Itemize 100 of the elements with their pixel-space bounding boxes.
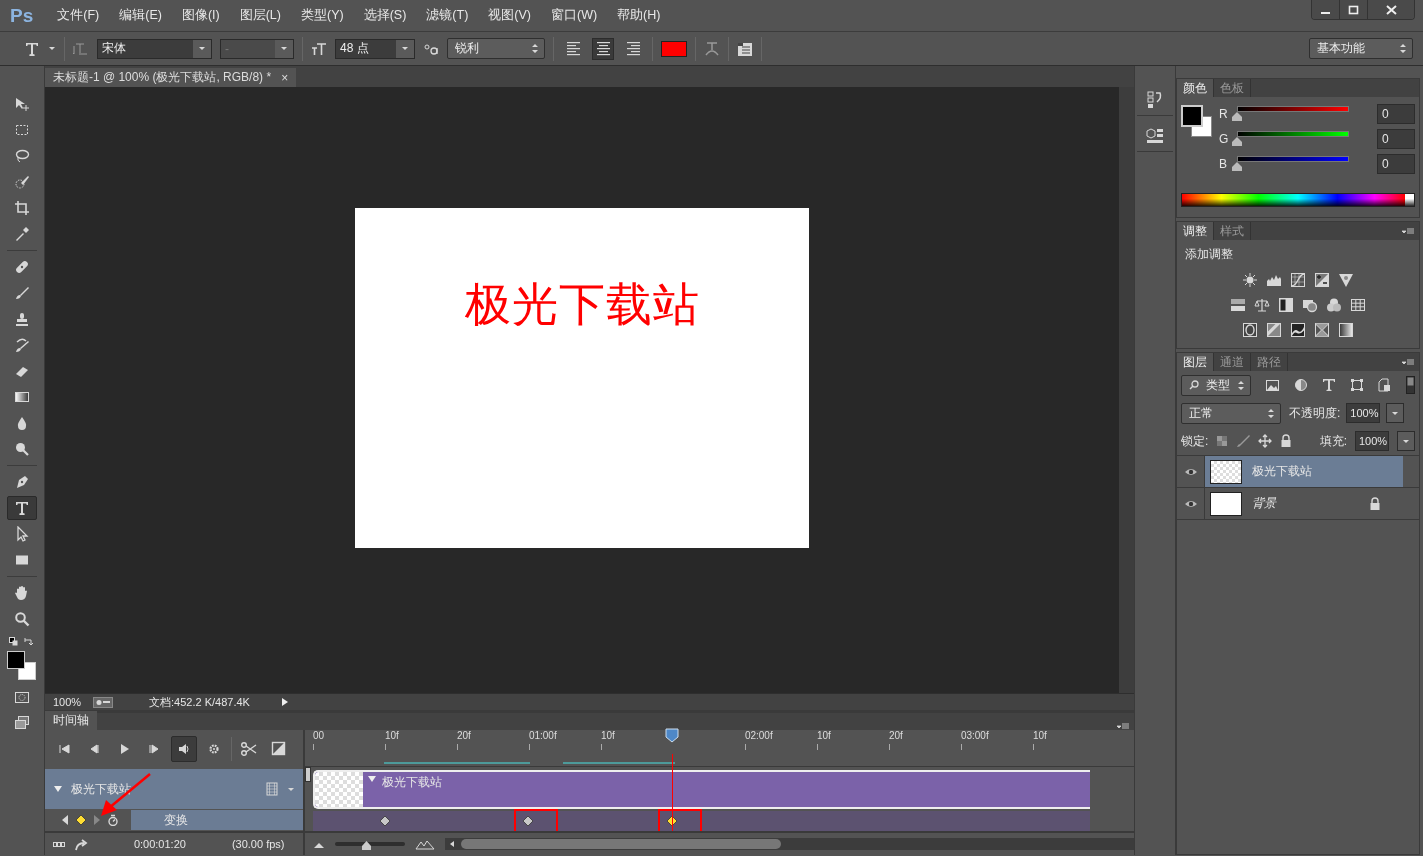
font-size-icon[interactable]: [311, 40, 327, 57]
lock-position-icon[interactable]: [1258, 434, 1273, 448]
tool-button[interactable]: [6, 496, 37, 520]
convert-arrow-icon[interactable]: [74, 837, 88, 851]
adjustment-button[interactable]: [1338, 272, 1354, 288]
minimize-button[interactable]: [1312, 0, 1340, 19]
shape-filter-icon[interactable]: [1350, 378, 1364, 392]
text-color-swatch[interactable]: [661, 40, 687, 57]
channel-slider[interactable]: [1235, 131, 1351, 147]
opacity-dropdown-button[interactable]: [1386, 403, 1405, 423]
slider-thumb-icon[interactable]: [1232, 112, 1242, 121]
panel-tab[interactable]: 调整: [1177, 222, 1214, 240]
playhead-icon[interactable]: [664, 728, 679, 743]
fill-dropdown-button[interactable]: [1397, 431, 1415, 451]
slider-thumb-icon[interactable]: [1232, 162, 1242, 171]
render-icon[interactable]: [52, 839, 65, 849]
panel-menu-icon[interactable]: [1117, 722, 1131, 730]
layer-row[interactable]: 极光下载站: [1205, 456, 1403, 487]
image-filter-icon[interactable]: [1265, 377, 1280, 393]
timeline-tab[interactable]: 时间轴: [44, 711, 97, 730]
scroll-left-icon[interactable]: [448, 840, 455, 848]
channel-value-field[interactable]: 0: [1377, 154, 1415, 174]
type-tool-icon[interactable]: [24, 40, 40, 57]
adjustment-button[interactable]: [1254, 297, 1270, 313]
status-options-icon[interactable]: [93, 696, 114, 708]
panel-tab[interactable]: 图层: [1177, 353, 1214, 371]
channel-value-field[interactable]: 0: [1377, 129, 1415, 149]
filter-toggle-icon[interactable]: [1406, 376, 1415, 394]
playback-button[interactable]: [170, 735, 197, 762]
keyframe-icon[interactable]: [378, 815, 391, 828]
document-tab[interactable]: 未标题-1 @ 100% (极光下载站, RGB/8) * ×: [44, 68, 297, 87]
menu-item[interactable]: 滤镜(T): [416, 7, 479, 24]
lock-pixels-icon[interactable]: [1236, 434, 1251, 448]
adjustment-button[interactable]: [1302, 297, 1318, 313]
layer-clip[interactable]: 极光下载站: [312, 770, 1091, 810]
adjustment-button[interactable]: [1242, 322, 1258, 338]
panel-tab[interactable]: 色板: [1214, 79, 1251, 97]
workspace-dropdown[interactable]: 基本功能: [1309, 38, 1413, 59]
font-family-dropdown[interactable]: 宋体: [97, 38, 212, 59]
panel-tab[interactable]: 颜色: [1177, 79, 1214, 97]
swap-icon[interactable]: [24, 637, 35, 647]
menu-item[interactable]: 编辑(E): [109, 7, 172, 24]
adjustment-button[interactable]: [1290, 322, 1306, 338]
close-button[interactable]: [1368, 0, 1414, 19]
menu-item[interactable]: 图像(I): [171, 7, 230, 24]
adjustment-button[interactable]: [1266, 322, 1282, 338]
channel-slider[interactable]: [1235, 156, 1351, 172]
panel-tab[interactable]: 样式: [1214, 222, 1251, 240]
fill-field[interactable]: 100%: [1355, 431, 1389, 451]
keyframe-track[interactable]: [312, 811, 1091, 831]
opacity-field[interactable]: 100%: [1346, 403, 1381, 423]
adjustment-button[interactable]: [1278, 297, 1294, 313]
horizontal-scrollbar[interactable]: [444, 838, 1135, 850]
color-swatches-icon[interactable]: [1181, 105, 1212, 137]
warp-text-icon[interactable]: [704, 40, 720, 57]
color-swatches-icon[interactable]: [6, 651, 37, 681]
panel-tab[interactable]: 通道: [1214, 353, 1251, 371]
smart-object-filter-icon[interactable]: [1378, 378, 1392, 392]
adjustment-filter-icon[interactable]: [1294, 378, 1308, 392]
adjustment-button[interactable]: [1242, 272, 1258, 288]
default-colors-icon[interactable]: [9, 637, 19, 646]
antialias-dropdown[interactable]: 锐利: [447, 38, 545, 59]
align-button[interactable]: [592, 37, 614, 60]
layer-filter-dropdown[interactable]: 类型: [1181, 374, 1251, 396]
expand-arrow-icon[interactable]: [281, 697, 290, 707]
lock-transparency-icon[interactable]: [1216, 435, 1229, 447]
panel-menu-icon[interactable]: [1402, 358, 1415, 366]
layer-row[interactable]: 背景: [1205, 488, 1403, 519]
menu-item[interactable]: 视图(V): [478, 7, 541, 24]
menu-item[interactable]: 类型(Y): [291, 7, 354, 24]
work-area-start-handle-icon[interactable]: [304, 767, 311, 782]
blend-mode-dropdown[interactable]: 正常: [1181, 402, 1281, 424]
panel-tab[interactable]: 路径: [1251, 353, 1288, 371]
expanded-triangle-icon[interactable]: [52, 784, 63, 794]
keyframe-icon[interactable]: [74, 814, 87, 826]
keyframe-icon[interactable]: [521, 815, 534, 828]
close-tab-button[interactable]: ×: [281, 70, 289, 85]
font-size-dropdown[interactable]: 48 点: [335, 38, 415, 59]
color-spectrum[interactable]: [1181, 193, 1415, 207]
slider-thumb-icon[interactable]: [362, 841, 372, 850]
channel-value-field[interactable]: 0: [1377, 104, 1415, 124]
panels-icon[interactable]: [737, 40, 753, 57]
adjustment-button[interactable]: [1290, 272, 1306, 288]
channel-slider[interactable]: [1235, 106, 1351, 122]
menu-item[interactable]: 帮助(H): [607, 7, 671, 24]
adjustment-button[interactable]: [1326, 297, 1342, 313]
adjustment-button[interactable]: [1314, 272, 1330, 288]
menu-item[interactable]: 窗口(W): [540, 7, 608, 24]
maximize-button[interactable]: [1340, 0, 1368, 19]
adjustment-button[interactable]: [1230, 297, 1246, 313]
menu-item[interactable]: 图层(L): [229, 7, 291, 24]
slider-thumb-icon[interactable]: [1232, 137, 1242, 146]
menu-item[interactable]: 选择(S): [353, 7, 417, 24]
stopwatch-icon[interactable]: [106, 814, 119, 826]
type-filter-icon[interactable]: [1322, 378, 1336, 392]
zoom-in-icon[interactable]: [414, 838, 435, 850]
adjustment-button[interactable]: [1350, 297, 1366, 313]
panel-menu-icon[interactable]: [1402, 227, 1415, 235]
previous-keyframe-icon[interactable]: [60, 814, 69, 826]
adjustment-button[interactable]: [1338, 322, 1354, 338]
